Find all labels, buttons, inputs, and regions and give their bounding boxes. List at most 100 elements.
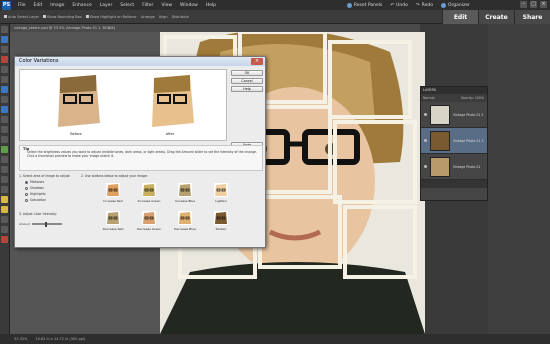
bounding-box-option[interactable]: Show Bounding Box — [42, 14, 82, 19]
lasso-tool-icon[interactable] — [1, 76, 8, 83]
clone-stamp-tool-icon[interactable] — [1, 166, 8, 173]
visibility-eye-icon[interactable] — [424, 113, 427, 116]
menu-image[interactable]: Image — [46, 3, 68, 8]
status-bar: 33.33% 10.83 in x 14.72 in (300 ppi) — [0, 334, 550, 344]
gradient-tool-icon[interactable] — [1, 216, 8, 223]
menu-view[interactable]: View — [157, 3, 176, 8]
menu-window[interactable]: Window — [176, 3, 202, 8]
radio-label: Shadows — [30, 186, 44, 190]
menu-layer[interactable]: Layer — [96, 3, 117, 8]
foreground-color-icon[interactable] — [1, 236, 8, 243]
variation-thumbnail[interactable] — [142, 211, 156, 225]
variation-label: Decrease Blue — [174, 227, 196, 231]
help-button[interactable]: Help — [231, 86, 263, 92]
tab-create[interactable]: Create — [478, 10, 514, 24]
checkbox-icon — [4, 14, 7, 18]
move-tool-icon[interactable] — [1, 26, 8, 33]
variation-label: Increase Blue — [174, 199, 196, 203]
menu-select[interactable]: Select — [116, 3, 138, 8]
radio-icon — [25, 186, 28, 190]
highlight-option[interactable]: Show Highlight on Rollover — [85, 14, 137, 19]
after-label: After — [165, 132, 175, 136]
undo-icon: ↶ — [390, 2, 395, 8]
radio-shadows[interactable]: Shadows — [25, 186, 79, 190]
redo-button[interactable]: ↷ Redo — [416, 3, 433, 8]
tab-edit[interactable]: Edit — [442, 10, 478, 24]
layer-name: Vintage Photo 01 — [453, 164, 481, 169]
dialog-titlebar: Color Variations × — [15, 57, 265, 66]
menu-edit[interactable]: Edit — [30, 3, 47, 8]
intensity-group: 3. Adjust Color Intensity: Amount — [19, 212, 79, 227]
menu-right-group: Reset Panels ↶ Undo ↷ Redo Organizer — [346, 0, 470, 10]
arrange-dropdown[interactable]: Arrange — [141, 15, 155, 19]
align-dropdown[interactable]: Align — [159, 15, 168, 19]
variation-thumbnail[interactable] — [106, 183, 120, 197]
zoom-tool-icon[interactable] — [1, 36, 8, 43]
thumbnail-image — [215, 184, 227, 196]
eraser-tool-icon[interactable] — [1, 176, 8, 183]
magic-wand-tool-icon[interactable] — [1, 86, 8, 93]
zoom-level[interactable]: 33.33% — [14, 337, 27, 341]
mode-tabs: Edit Create Share — [442, 10, 550, 24]
bounding-box-label: Show Bounding Box — [46, 14, 82, 19]
auto-select-layer-label: Auto Select Layer — [8, 14, 39, 19]
undo-button[interactable]: ↶ Undo — [390, 3, 408, 8]
radio-midtones[interactable]: Midtones — [25, 180, 79, 184]
layer-thumbnail — [430, 156, 450, 177]
radio-highlights[interactable]: Highlights — [25, 192, 79, 196]
tip-box: Tip Select the brightness values you wan… — [19, 145, 263, 171]
red-eye-tool-icon[interactable] — [1, 146, 8, 153]
ok-button[interactable]: OK — [231, 70, 263, 76]
maximize-icon[interactable]: □ — [530, 1, 537, 8]
crop-tool-icon[interactable] — [1, 116, 8, 123]
menu-enhance[interactable]: Enhance — [68, 3, 95, 8]
reset-panels-button[interactable]: Reset Panels — [346, 2, 382, 8]
visibility-eye-icon[interactable] — [424, 165, 427, 168]
variation-thumbnail[interactable] — [142, 183, 156, 197]
visibility-eye-icon[interactable] — [424, 139, 427, 142]
auto-select-layer-option[interactable]: Auto Select Layer — [4, 14, 39, 19]
before-after-preview: Before After — [19, 69, 227, 141]
layer-row-selected[interactable]: Vintage Photo 01 1 — [421, 128, 487, 154]
close-icon[interactable]: × — [540, 1, 547, 8]
menu-help[interactable]: Help — [202, 3, 220, 8]
straighten-tool-icon[interactable] — [1, 136, 8, 143]
variation-thumbnail[interactable] — [214, 183, 228, 197]
variation-thumbnail[interactable] — [214, 211, 228, 225]
quick-selection-tool-icon[interactable] — [1, 96, 8, 103]
layer-row[interactable]: Vintage Photo 01 2 — [421, 102, 487, 128]
paint-bucket-tool-icon[interactable] — [1, 206, 8, 213]
distribute-dropdown[interactable]: Distribute — [172, 15, 189, 19]
cancel-button[interactable]: Cancel — [231, 78, 263, 84]
slider-thumb[interactable] — [44, 221, 47, 227]
amount-slider[interactable] — [32, 221, 62, 227]
healing-brush-tool-icon[interactable] — [1, 156, 8, 163]
organizer-icon — [440, 2, 446, 8]
thumbnail-image — [107, 184, 119, 196]
pencil-tool-icon[interactable] — [1, 186, 8, 193]
cookie-cutter-tool-icon[interactable] — [1, 126, 8, 133]
shape-tool-icon[interactable] — [1, 226, 8, 233]
tip-text: Select the brightness values you want to… — [27, 150, 257, 158]
document-tab[interactable]: vintage_sketch.psd @ 33.3% (Vintage Phot… — [10, 24, 420, 32]
brush-tool-icon[interactable] — [1, 196, 8, 203]
blend-mode-select[interactable]: Normal — [423, 96, 435, 100]
tab-share[interactable]: Share — [514, 10, 550, 24]
layer-row[interactable]: Vintage Photo 01 — [421, 154, 487, 180]
radio-saturation[interactable]: Saturation — [25, 198, 79, 202]
thumbnail-image — [107, 212, 119, 224]
hand-tool-icon[interactable] — [1, 46, 8, 53]
variation-thumbnail[interactable] — [106, 211, 120, 225]
close-icon[interactable]: × — [251, 58, 263, 65]
variation-thumbnail[interactable] — [178, 211, 192, 225]
menu-file[interactable]: File — [14, 3, 30, 8]
variation-thumbnail[interactable] — [178, 183, 192, 197]
eyedropper-tool-icon[interactable] — [1, 56, 8, 63]
type-tool-icon[interactable] — [1, 106, 8, 113]
organizer-button[interactable]: Organizer — [440, 2, 470, 8]
opacity-field[interactable]: Opacity: 100% — [461, 96, 484, 100]
menu-filter[interactable]: Filter — [138, 3, 157, 8]
reset-panels-icon — [346, 2, 352, 8]
minimize-icon[interactable]: – — [520, 1, 527, 8]
marquee-tool-icon[interactable] — [1, 66, 8, 73]
